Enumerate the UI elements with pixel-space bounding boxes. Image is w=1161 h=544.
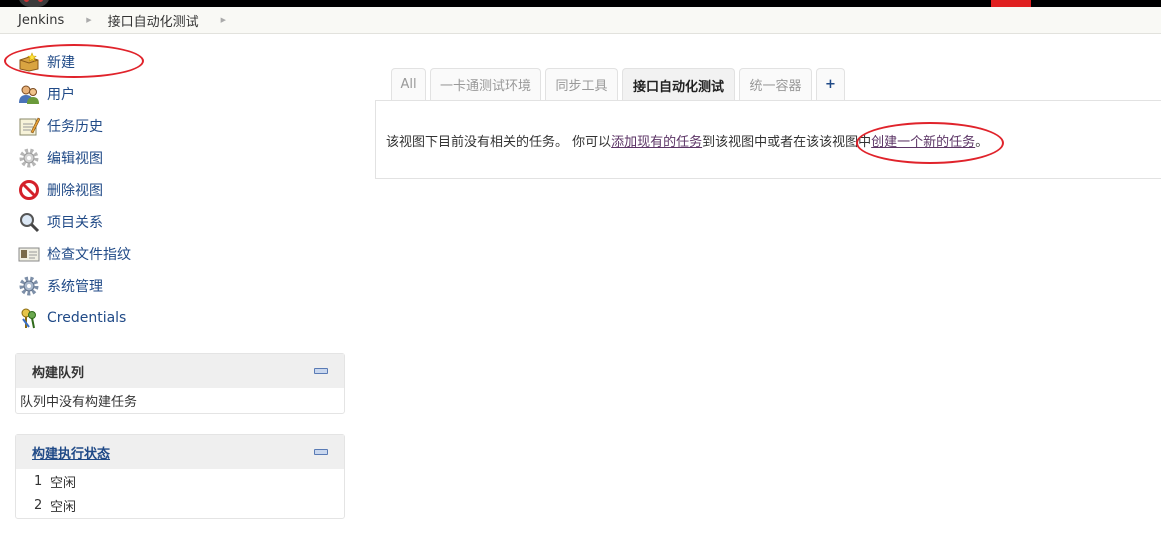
build-queue-header: 构建队列 xyxy=(16,354,344,388)
task-fingerprint[interactable]: 检查文件指纹 xyxy=(18,242,131,266)
tab-all[interactable]: All xyxy=(391,68,426,100)
executors-title-link[interactable]: 构建执行状态 xyxy=(32,443,110,462)
collapse-icon[interactable] xyxy=(314,449,328,455)
build-queue-title: 构建队列 xyxy=(32,365,85,381)
collapse-icon[interactable] xyxy=(314,368,328,374)
task-build-history[interactable]: 任务历史 xyxy=(18,114,103,138)
tab-unified-container[interactable]: 统一容器 xyxy=(739,68,812,100)
header-red-block xyxy=(991,0,1031,7)
task-label: 用户 xyxy=(47,87,75,103)
executor-status: 空闲 xyxy=(50,499,77,515)
executor-row: 1 空闲 xyxy=(16,469,344,493)
breadcrumb: Jenkins ▶ 接口自动化测试 ▶ xyxy=(0,7,1161,34)
tab-sync-tools[interactable]: 同步工具 xyxy=(545,68,618,100)
task-label: 编辑视图 xyxy=(47,151,103,167)
task-users[interactable]: 用户 xyxy=(18,82,75,106)
breadcrumb-jenkins[interactable]: Jenkins xyxy=(0,13,64,28)
message-text: 到该视图中或者在该该视图中 xyxy=(702,135,872,150)
task-label: 系统管理 xyxy=(47,279,103,295)
build-queue-empty: 队列中没有构建任务 xyxy=(20,394,138,410)
task-delete-view[interactable]: 删除视图 xyxy=(18,178,103,202)
executor-number: 1 xyxy=(34,473,43,489)
message-text: 该视图下目前没有相关的任务。 你可以 xyxy=(386,135,612,150)
task-label: Credentials xyxy=(47,310,127,326)
task-manage-jenkins[interactable]: 系统管理 xyxy=(18,274,103,298)
build-queue-panel: 构建队列 队列中没有构建任务 xyxy=(15,353,345,414)
build-history-icon xyxy=(18,115,40,137)
tab-card-test-env[interactable]: 一卡通测试环境 xyxy=(430,68,541,100)
task-project-relationship[interactable]: 项目关系 xyxy=(18,210,103,234)
breadcrumb-view[interactable]: 接口自动化测试 xyxy=(92,11,199,30)
task-credentials[interactable]: Credentials xyxy=(18,306,126,330)
no-entry-icon xyxy=(18,179,40,201)
users-icon xyxy=(18,83,40,105)
keys-icon xyxy=(18,307,40,329)
view-content-panel: 该视图下目前没有相关的任务。 你可以添加现有的任务到该视图中或者在该该视图中创建… xyxy=(375,100,1161,179)
jenkins-logo[interactable] xyxy=(18,0,50,7)
annotation-ellipse xyxy=(856,122,1004,164)
tab-add-view[interactable]: + xyxy=(816,68,845,100)
gear-icon xyxy=(18,147,40,169)
search-icon xyxy=(18,211,40,233)
task-label: 任务历史 xyxy=(47,119,103,135)
add-existing-job-link[interactable]: 添加现有的任务 xyxy=(611,135,702,150)
task-edit-view[interactable]: 编辑视图 xyxy=(18,146,103,170)
task-label: 删除视图 xyxy=(47,183,103,199)
annotation-ellipse xyxy=(4,44,144,78)
executor-row: 2 空闲 xyxy=(16,493,344,517)
executors-header: 构建执行状态 xyxy=(16,435,344,469)
executor-number: 2 xyxy=(34,497,43,513)
executors-panel: 构建执行状态 1 空闲 2 空闲 xyxy=(15,434,345,519)
task-label: 检查文件指纹 xyxy=(47,247,131,263)
fingerprint-card-icon xyxy=(18,243,40,265)
top-header-bar xyxy=(0,0,1161,7)
breadcrumb-arrow-icon[interactable]: ▶ xyxy=(221,16,226,24)
tab-api-automation-test[interactable]: 接口自动化测试 xyxy=(622,68,735,101)
executor-status: 空闲 xyxy=(50,475,77,491)
gear-icon xyxy=(18,275,40,297)
task-label: 项目关系 xyxy=(47,215,103,231)
